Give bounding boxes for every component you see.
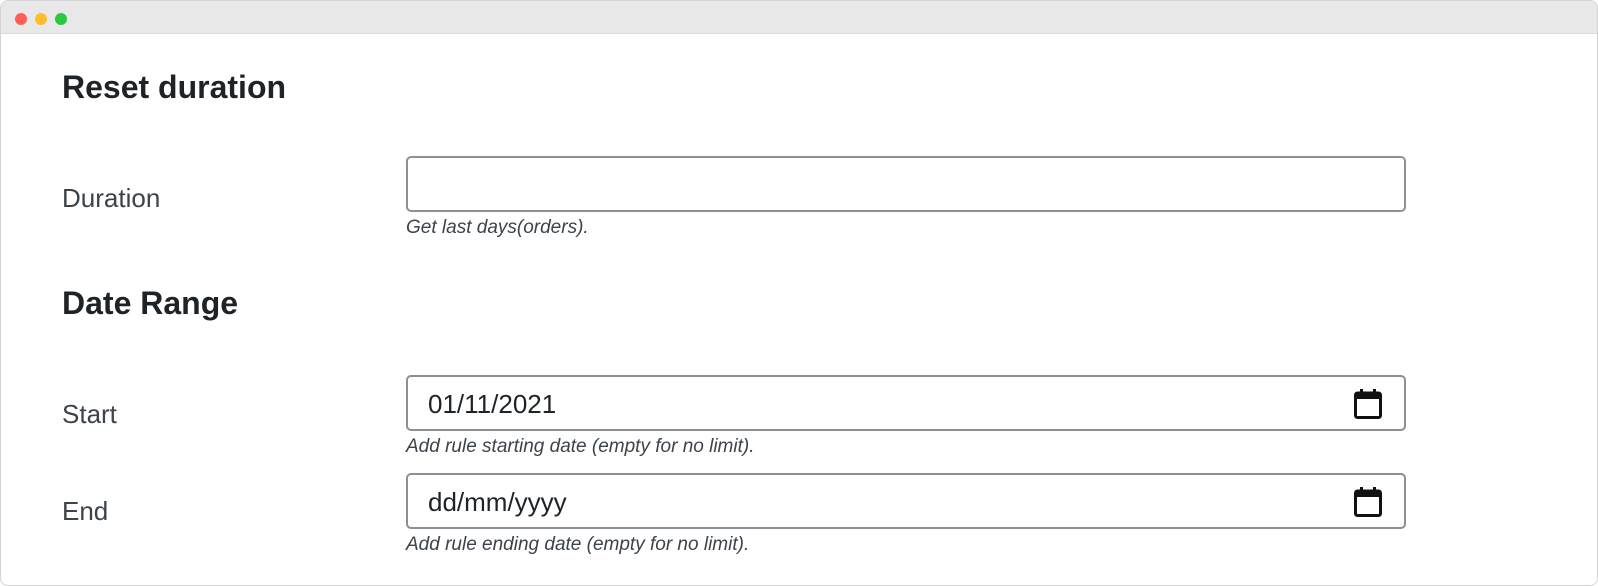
end-date-input[interactable]: dd/mm/yyyy	[406, 473, 1406, 529]
close-window-button[interactable]	[15, 13, 27, 25]
date-range-heading: Date Range	[62, 285, 239, 321]
app-window: Reset duration Duration Get last days(or…	[0, 0, 1598, 586]
start-date-value: 01/11/2021	[428, 389, 557, 419]
end-help-text: Add rule ending date (empty for no limit…	[406, 534, 750, 555]
title-bar	[1, 1, 1597, 34]
minimize-window-button[interactable]	[35, 13, 47, 25]
calendar-icon[interactable]	[1354, 487, 1382, 517]
start-label: Start	[62, 399, 117, 429]
end-label: End	[62, 496, 109, 526]
calendar-icon[interactable]	[1354, 389, 1382, 419]
end-date-value: dd/mm/yyyy	[428, 487, 567, 517]
start-help-text: Add rule starting date (empty for no lim…	[406, 436, 755, 457]
duration-input[interactable]	[406, 156, 1406, 212]
duration-label: Duration	[62, 183, 161, 213]
maximize-window-button[interactable]	[55, 13, 67, 25]
reset-duration-heading: Reset duration	[62, 69, 287, 105]
duration-help-text: Get last days(orders).	[406, 217, 589, 238]
start-date-input[interactable]: 01/11/2021	[406, 375, 1406, 431]
